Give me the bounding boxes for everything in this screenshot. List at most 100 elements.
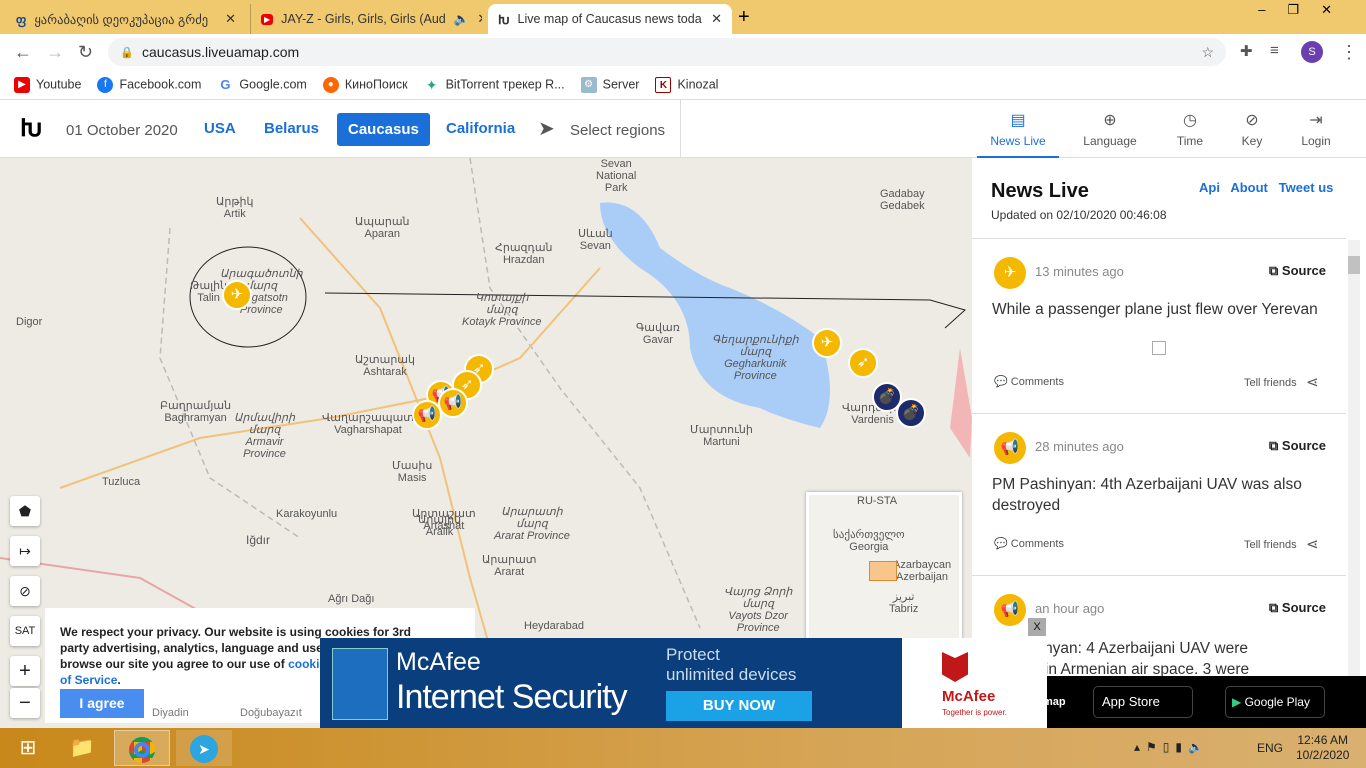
minimap-viewport[interactable] (869, 561, 897, 581)
nav-language[interactable]: ⊕ Language (1074, 100, 1146, 148)
comments-link[interactable]: 💬 Comments (994, 537, 1064, 550)
bookmark-kinopoisk[interactable]: ● КиноПоиск (322, 76, 408, 93)
reload-icon[interactable]: ↻ (78, 42, 93, 63)
region-california[interactable]: California (446, 120, 515, 137)
play-icon: ▶ (1232, 695, 1242, 709)
satellite-toggle[interactable]: SAT (10, 616, 40, 646)
bookmark-youtube[interactable]: ▶ Youtube (14, 76, 81, 93)
zoom-in-button[interactable]: + (10, 656, 40, 686)
share-icon[interactable]: ⋖ (1306, 535, 1319, 553)
agree-button[interactable]: I agree (60, 689, 144, 718)
tab-liveuamap[interactable]: Խ Live map of Caucasus news toda ✕ (488, 4, 732, 34)
tab-karabakh[interactable]: ფ ყარაბაღის დეოკუპაცია გრძე ✕ (6, 4, 246, 34)
about-link[interactable]: About (1230, 180, 1268, 195)
select-regions-button[interactable]: Select regions (570, 122, 665, 139)
draw-polygon-icon[interactable]: ⬟ (10, 496, 40, 526)
telegram-icon[interactable]: ➤ (176, 730, 232, 766)
region-usa[interactable]: USA (204, 120, 236, 137)
app-store-button[interactable]: App Store (1093, 686, 1193, 718)
forward-icon[interactable]: → (46, 42, 64, 63)
youtube-icon: ▶ (14, 76, 30, 93)
share-icon[interactable]: ⋖ (1306, 373, 1319, 391)
map-label: Արարատի մարզ Ararat Province (494, 506, 570, 542)
api-link[interactable]: Api (1199, 180, 1220, 195)
speaker-icon[interactable]: 🔈 (454, 12, 470, 27)
address-bar-row: ← → ↻ 🔒 caucasus.liveuamap.com ☆ ✚ ≡ S ⋮ (0, 34, 1366, 70)
tell-friends-link[interactable]: Tell friends (1244, 377, 1297, 389)
news-title: News Live (991, 180, 1089, 202)
nav-label: Language (1083, 134, 1137, 148)
app-badges-bar: map App Store ▶ Google Play (1043, 676, 1366, 728)
map-label: Սևան Sevan (578, 228, 613, 252)
nav-news-live[interactable]: ▤ News Live (977, 100, 1059, 158)
close-tab-icon[interactable]: ✕ (711, 11, 722, 27)
news-item[interactable]: ✈ 13 minutes ago ⧉ Source While a passen… (972, 239, 1346, 414)
window-controls[interactable]: –❐✕ (1258, 2, 1354, 18)
chrome-icon[interactable] (114, 730, 170, 766)
map-label: Գեղարքունիքի մարզ Gegharkunik Province (712, 334, 799, 382)
bookmark-google[interactable]: G Google.com (217, 77, 306, 93)
region-belarus[interactable]: Belarus (264, 120, 319, 137)
hide-icon[interactable]: ⊘ (10, 576, 40, 606)
arrow-right-icon[interactable]: ↦ (10, 536, 40, 566)
zoom-out-button[interactable]: − (10, 688, 40, 718)
missile-marker[interactable]: ➶ (848, 348, 878, 378)
tell-friends-link[interactable]: Tell friends (1244, 539, 1297, 551)
language-indicator[interactable]: ENG (1257, 741, 1283, 755)
bookmark-bittorrent[interactable]: ✦ BitTorrent трекер R... (424, 77, 565, 93)
map-label: Արարատ Ararat (482, 554, 537, 578)
source-link[interactable]: ⧉ Source (1269, 438, 1326, 454)
liveuamap-logo[interactable]: Խ (20, 114, 42, 143)
close-tab-icon[interactable]: ✕ (225, 11, 236, 27)
bookmark-server[interactable]: ⚙ Server (580, 76, 640, 93)
start-button[interactable]: ⊞ (0, 730, 56, 766)
scrollbar[interactable] (1348, 240, 1360, 728)
megaphone-marker[interactable]: 📢 (438, 388, 468, 418)
map-label: Sevan National Park (596, 158, 637, 194)
nav-time[interactable]: ◷ Time (1160, 100, 1220, 148)
mcafee-ad[interactable]: McAfee Internet Security Protect unlimit… (320, 638, 1047, 728)
ad-close-button[interactable]: X (1028, 618, 1046, 636)
date-label[interactable]: 01 October 2020 (66, 122, 178, 139)
minimap[interactable]: RU-STA საქართველო Georgia Azarbaycan Aze… (806, 492, 962, 642)
google-play-label: Google Play (1244, 695, 1310, 709)
ad-banner-body: McAfee Internet Security Protect unlimit… (320, 638, 902, 728)
profile-avatar[interactable]: S (1301, 41, 1323, 63)
bomb-marker[interactable]: 💣 (896, 398, 926, 428)
lake-sevan (600, 202, 830, 428)
system-tray-icons[interactable]: ▴⚑▯▮🔈 (1134, 740, 1209, 754)
source-link[interactable]: ⧉ Source (1269, 263, 1326, 279)
new-tab-button[interactable]: + (738, 6, 750, 29)
megaphone-marker[interactable]: 📢 (412, 400, 442, 430)
bookmark-facebook[interactable]: f Facebook.com (97, 76, 201, 93)
source-link[interactable]: ⧉ Source (1269, 600, 1326, 616)
bookmark-label: Server (602, 76, 640, 91)
extensions-icon[interactable]: ✚ (1240, 42, 1253, 60)
clock[interactable]: 12:46 AM 10/2/2020 (1296, 733, 1349, 763)
back-icon[interactable]: ← (14, 42, 32, 63)
tweet-us-link[interactable]: Tweet us (1279, 180, 1334, 195)
minimap-label: Azarbaycan Azerbaijan (893, 559, 952, 583)
close-tab-icon[interactable]: ✕ (477, 11, 482, 27)
comments-link[interactable]: 💬 Comments (994, 375, 1064, 388)
airplane-marker[interactable]: ✈ (812, 328, 842, 358)
nav-key[interactable]: ⊘ Key (1222, 100, 1282, 148)
bookmark-kinozal[interactable]: K Kinozal (655, 76, 718, 93)
star-icon[interactable]: ☆ (1201, 44, 1214, 61)
terms-link[interactable]: of Service (60, 673, 117, 687)
tab-youtube[interactable]: ▶ JAY-Z - Girls, Girls, Girls (Aud 🔈 ✕ (250, 4, 482, 34)
map-label: Մարտունի Martuni (690, 424, 753, 448)
map-label: Karakoyunlu (276, 508, 338, 520)
nav-label: Login (1301, 134, 1331, 148)
url-input[interactable]: 🔒 caucasus.liveuamap.com ☆ (108, 38, 1226, 66)
nav-login[interactable]: ⇥ Login (1286, 100, 1346, 148)
region-caucasus[interactable]: Caucasus (337, 113, 430, 146)
file-explorer-icon[interactable]: 📁 (54, 730, 110, 766)
menu-icon[interactable]: ⋮ (1340, 42, 1358, 63)
news-item[interactable]: 📢 28 minutes ago ⧉ Source PM Pashinyan: … (972, 414, 1346, 576)
media-icon[interactable]: ≡ (1270, 42, 1279, 59)
buy-now-button[interactable]: BUY NOW (666, 691, 812, 721)
google-play-button[interactable]: ▶ Google Play (1225, 686, 1325, 718)
updated-timestamp: Updated on 02/10/2020 00:46:08 (991, 208, 1167, 222)
airplane-marker[interactable]: ✈ (222, 280, 252, 310)
